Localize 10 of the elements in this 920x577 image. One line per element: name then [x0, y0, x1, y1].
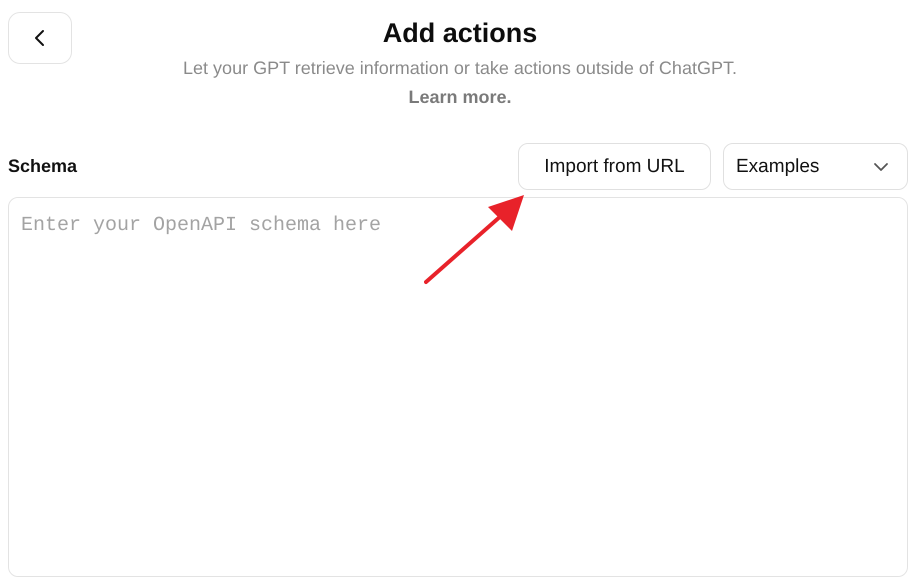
- page-subtitle: Let your GPT retrieve information or take actions outside of ChatGPT.: [183, 58, 737, 79]
- chevron-down-icon: [873, 162, 889, 172]
- import-from-url-button[interactable]: Import from URL: [518, 143, 711, 190]
- page-title: Add actions: [382, 18, 538, 49]
- learn-more-link[interactable]: Learn more.: [408, 87, 512, 108]
- examples-dropdown[interactable]: Examples: [723, 143, 908, 190]
- chevron-left-icon: [33, 28, 47, 48]
- schema-label: Schema: [8, 156, 78, 177]
- schema-editor[interactable]: Enter your OpenAPI schema here: [8, 197, 908, 577]
- back-button[interactable]: [8, 12, 72, 64]
